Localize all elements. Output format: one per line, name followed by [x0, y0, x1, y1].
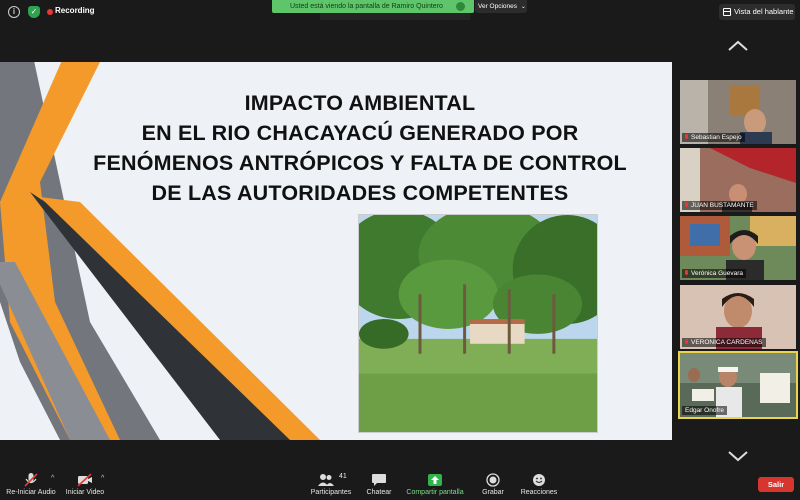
speaker-view-button[interactable]: Vista del hablante	[719, 4, 795, 20]
participant-tile[interactable]: JUAN BUSTAMANTE	[680, 148, 796, 212]
banner-shadow	[320, 13, 470, 20]
participants-icon	[318, 474, 334, 486]
mic-muted-icon	[685, 339, 688, 344]
meeting-toolbar: Re-Iniciar Audio ^ Iniciar Video ^ Parti…	[0, 468, 800, 500]
recording-dot-icon	[47, 9, 53, 15]
leave-meeting-button[interactable]: Salir	[758, 477, 794, 492]
audio-options-caret-icon[interactable]: ^	[51, 475, 54, 482]
restart-audio-button[interactable]: Re-Iniciar Audio	[2, 468, 60, 500]
security-shield-icon[interactable]: ✓	[28, 6, 40, 18]
mic-muted-icon	[685, 202, 688, 207]
share-screen-button[interactable]: Compartir pantalla	[402, 468, 468, 500]
restart-audio-label: Re-Iniciar Audio	[6, 489, 56, 496]
smiley-icon	[533, 474, 545, 486]
record-label: Grabar	[482, 489, 504, 496]
record-icon	[486, 473, 500, 487]
share-screen-icon	[428, 474, 442, 486]
participant-name: Verónica Guevara	[691, 270, 744, 277]
slide-title-line: DE LAS AUTORIDADES COMPETENTES	[151, 181, 569, 205]
participant-tile[interactable]: Sebastian Espejo	[680, 80, 796, 144]
participant-tile[interactable]: Verónica Guevara	[680, 216, 796, 280]
slide-photo-trees	[358, 214, 598, 433]
start-video-button[interactable]: Iniciar Video	[62, 468, 108, 500]
top-bar: i ✓ Recording Usted está viendo la panta…	[0, 0, 800, 24]
share-status-icon	[456, 2, 465, 11]
participant-name: JUAN BUSTAMANTE	[691, 202, 754, 209]
participant-name-tag: Sebastian Espejo	[682, 133, 745, 142]
video-options-caret-icon[interactable]: ^	[101, 475, 104, 482]
slide-title-line: IMPACTO AMBIENTAL	[244, 91, 476, 115]
view-options-button[interactable]: Ver Opciones ⌄	[475, 0, 527, 13]
reactions-button[interactable]: Reacciones	[517, 468, 561, 500]
mic-muted-icon	[685, 134, 688, 139]
layout-grid-icon	[723, 8, 731, 16]
mic-muted-icon	[24, 473, 38, 487]
screen-share-banner: Usted está viendo la pantalla de Ramiro …	[272, 0, 474, 13]
share-screen-label: Compartir pantalla	[406, 489, 464, 496]
slide-title-line: EN EL RIO CHACAYACÚ GENERADO POR	[141, 121, 579, 145]
reactions-label: Reacciones	[520, 489, 558, 496]
participant-name-tag: Edgar Onofre	[682, 406, 728, 415]
chat-bubble-icon	[372, 474, 386, 486]
zoom-meeting-window: i ✓ Recording Usted está viendo la panta…	[0, 0, 800, 500]
view-options-label: Ver Opciones	[478, 3, 518, 10]
participant-name: Sebastian Espejo	[691, 134, 742, 141]
participant-tile-active-speaker[interactable]: Edgar Onofre	[678, 351, 798, 419]
speaker-view-label: Vista del hablante	[734, 7, 794, 16]
video-off-icon	[77, 473, 92, 487]
participant-tile[interactable]: VERONICA CARDENAS	[680, 285, 796, 349]
info-icon[interactable]: i	[8, 6, 20, 18]
mic-muted-icon	[685, 270, 688, 275]
participant-name-tag: Verónica Guevara	[682, 269, 747, 278]
chevron-up-icon[interactable]	[727, 40, 749, 52]
participants-count: 41	[339, 473, 347, 480]
chat-label: Chatear	[366, 489, 392, 496]
participant-name: VERONICA CARDENAS	[691, 339, 763, 346]
participant-name-tag: VERONICA CARDENAS	[682, 338, 766, 347]
chevron-down-icon: ⌄	[520, 4, 526, 10]
slide-title-line: FENÓMENOS ANTRÓPICOS Y FALTA DE CONTROL	[93, 151, 627, 175]
slide-title: IMPACTO AMBIENTAL EN EL RIO CHACAYACÚ GE…	[45, 88, 675, 208]
chevron-down-icon[interactable]	[727, 450, 749, 462]
participants-button[interactable]: Participantes	[306, 468, 356, 500]
participant-name-tag: JUAN BUSTAMANTE	[682, 201, 757, 210]
start-video-label: Iniciar Video	[65, 489, 105, 496]
participants-label: Participantes	[310, 489, 352, 496]
participant-name: Edgar Onofre	[685, 407, 725, 414]
recording-label: Recording	[55, 6, 95, 15]
record-button[interactable]: Grabar	[476, 468, 510, 500]
chat-button[interactable]: Chatear	[362, 468, 396, 500]
